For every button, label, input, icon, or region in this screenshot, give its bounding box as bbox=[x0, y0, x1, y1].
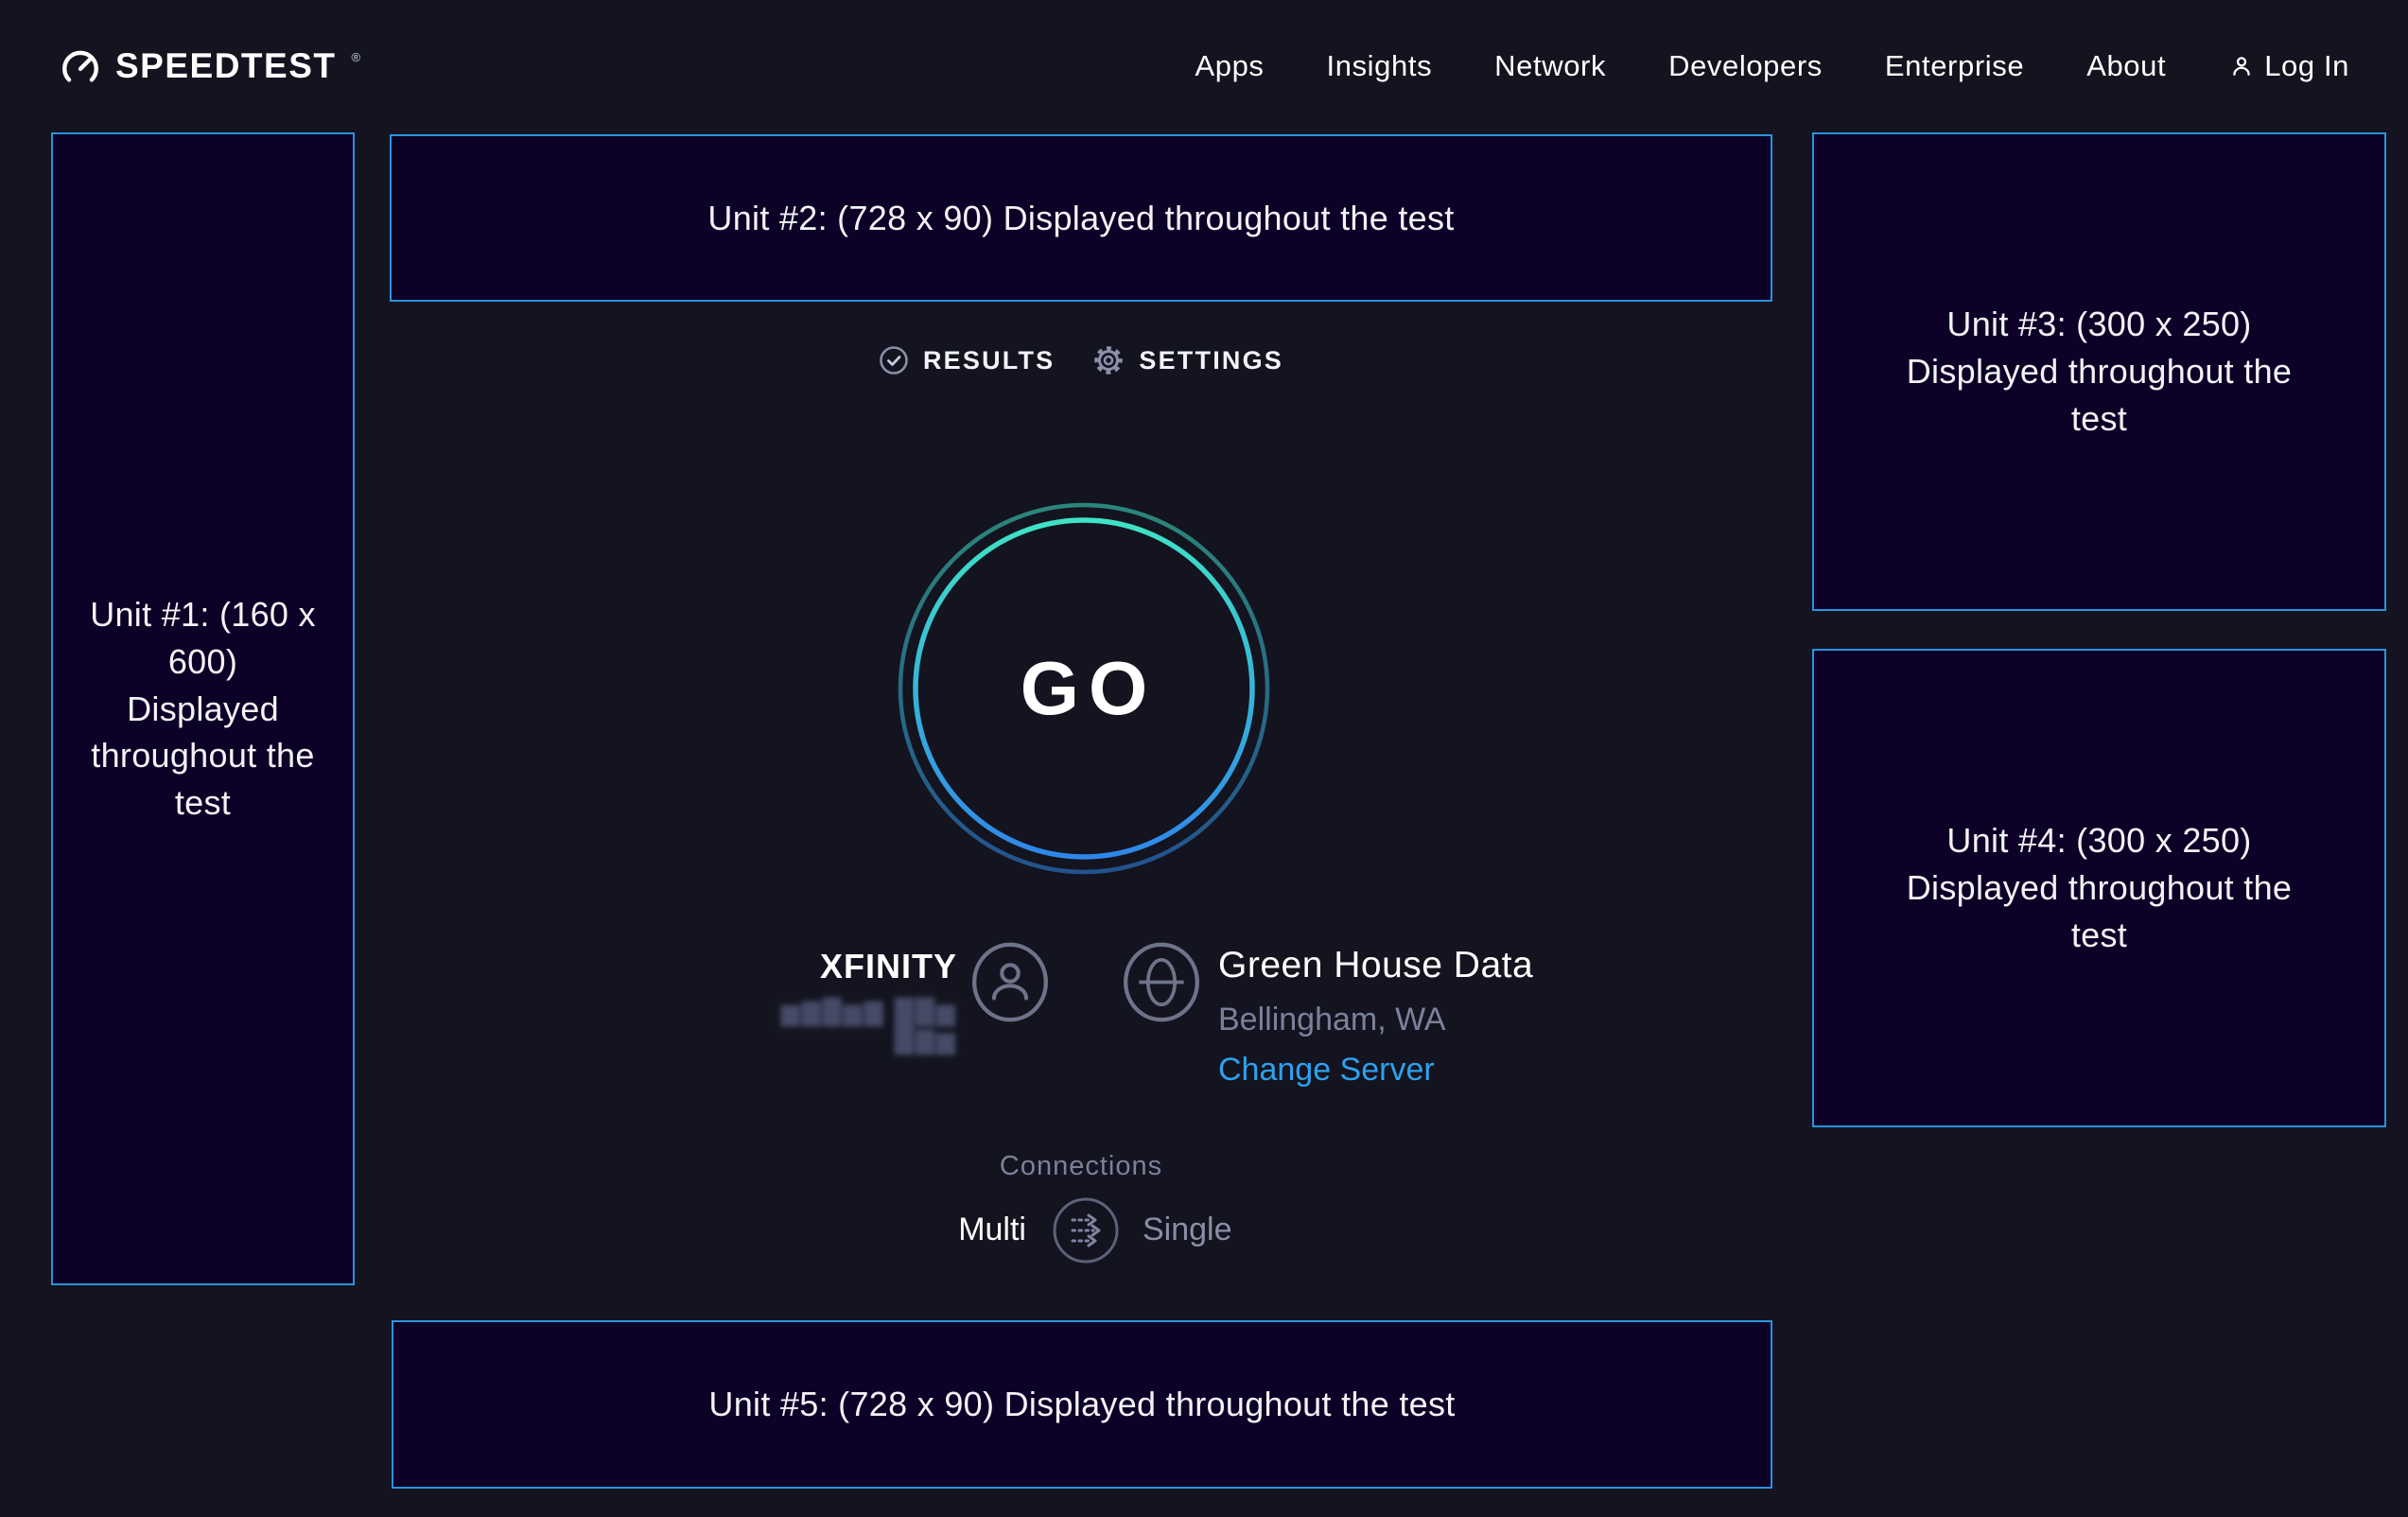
logo-text: SPEEDTEST bbox=[115, 46, 337, 86]
connections-option-multi[interactable]: Multi bbox=[851, 1212, 1026, 1248]
gauge-icon bbox=[59, 44, 102, 88]
ad-unit-1-text: Unit #1: (160 x 600) Displayed throughou… bbox=[89, 591, 317, 826]
tab-results-label: RESULTS bbox=[923, 346, 1055, 375]
isp-masked-value: ▆▇█▆▇ ██▆ █▇▆ bbox=[749, 999, 957, 1055]
server-name: Green House Data bbox=[1218, 945, 1533, 986]
isp-name: XFINITY bbox=[662, 947, 957, 986]
ad-unit-3[interactable]: Unit #3: (300 x 250) Displayed throughou… bbox=[1812, 132, 2386, 611]
ad-unit-2-text: Unit #2: (728 x 90) Displayed throughout… bbox=[707, 195, 1454, 242]
connection-mode-toggle-icon[interactable] bbox=[1052, 1196, 1120, 1264]
ad-unit-4[interactable]: Unit #4: (300 x 250) Displayed throughou… bbox=[1812, 649, 2386, 1127]
registered-mark: ® bbox=[352, 50, 361, 64]
nav-item-insights[interactable]: Insights bbox=[1327, 49, 1433, 83]
go-ring bbox=[898, 502, 1270, 875]
gear-icon bbox=[1092, 344, 1125, 376]
tabs-row: RESULTS SETTINGS bbox=[390, 344, 1772, 376]
ad-unit-2[interactable]: Unit #2: (728 x 90) Displayed throughout… bbox=[390, 134, 1772, 302]
ad-unit-1[interactable]: Unit #1: (160 x 600) Displayed throughou… bbox=[51, 132, 355, 1285]
server-globe-badge-icon bbox=[1122, 941, 1201, 1023]
check-circle-icon bbox=[879, 345, 909, 375]
ad-unit-5-text: Unit #5: (728 x 90) Displayed throughout… bbox=[708, 1381, 1455, 1428]
tab-settings-label: SETTINGS bbox=[1139, 346, 1283, 375]
isp-user-badge-icon bbox=[970, 941, 1050, 1023]
nav-item-apps[interactable]: Apps bbox=[1195, 49, 1264, 83]
nav-item-login[interactable]: Log In bbox=[2228, 49, 2349, 83]
server-location: Bellingham, WA bbox=[1218, 1002, 1446, 1038]
connections-option-single[interactable]: Single bbox=[1143, 1212, 1232, 1248]
connections-label: Connections bbox=[390, 1151, 1772, 1182]
nav-item-enterprise[interactable]: Enterprise bbox=[1885, 49, 2024, 83]
top-nav-bar: SPEEDTEST ® Apps Insights Network Develo… bbox=[0, 0, 2408, 132]
speedtest-logo[interactable]: SPEEDTEST ® bbox=[59, 44, 360, 88]
ad-unit-3-text: Unit #3: (300 x 250) Displayed throughou… bbox=[1897, 301, 2301, 442]
tab-results[interactable]: RESULTS bbox=[879, 345, 1055, 375]
nav-item-developers[interactable]: Developers bbox=[1668, 49, 1823, 83]
login-label: Log In bbox=[2264, 49, 2349, 83]
change-server-link[interactable]: Change Server bbox=[1218, 1052, 1435, 1089]
ad-unit-4-text: Unit #4: (300 x 250) Displayed throughou… bbox=[1897, 817, 2301, 958]
tab-settings[interactable]: SETTINGS bbox=[1092, 344, 1283, 376]
nav-item-network[interactable]: Network bbox=[1494, 49, 1606, 83]
user-icon bbox=[2228, 53, 2255, 79]
ad-unit-5[interactable]: Unit #5: (728 x 90) Displayed throughout… bbox=[392, 1320, 1772, 1489]
go-button[interactable]: GO bbox=[898, 502, 1270, 875]
main-nav: Apps Insights Network Developers Enterpr… bbox=[1195, 49, 2349, 83]
nav-item-about[interactable]: About bbox=[2086, 49, 2166, 83]
